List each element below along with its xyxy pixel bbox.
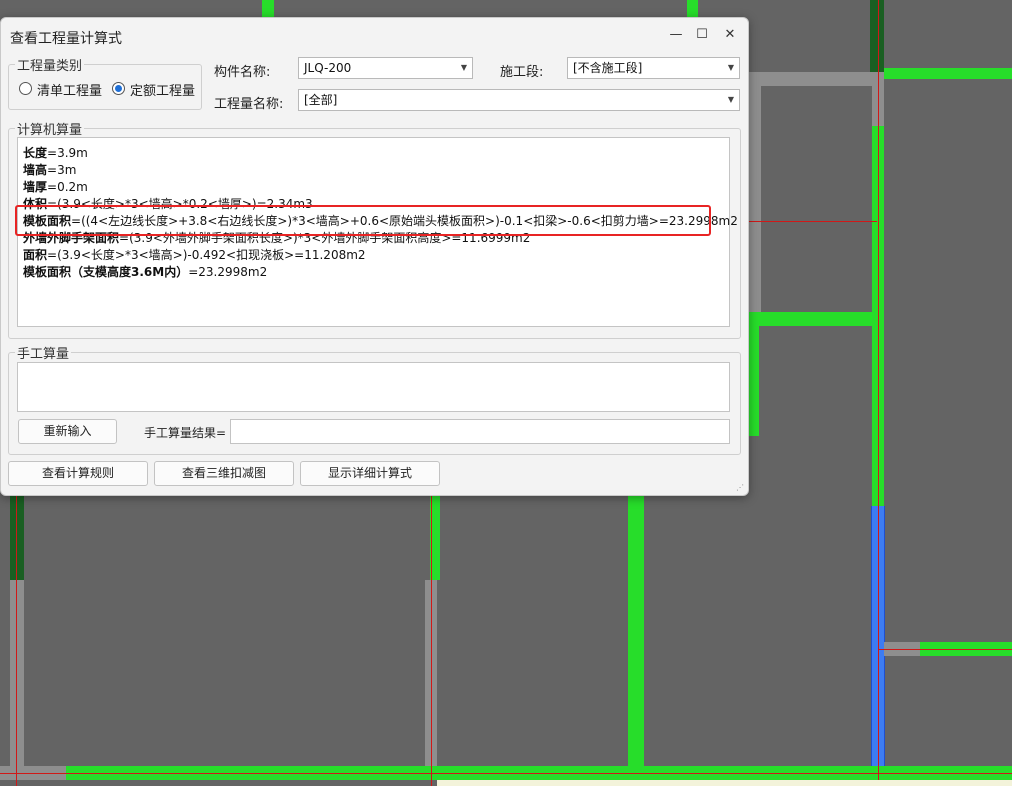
minimize-button[interactable]: —: [667, 26, 685, 44]
quantity-name-select[interactable]: [全部] ▼: [298, 89, 740, 111]
computer-calc-label: 计算机算量: [15, 119, 85, 138]
quantity-name-label: 工程量名称:: [214, 97, 284, 112]
wall-segment[interactable]: [262, 0, 274, 17]
show-detail-formula-button[interactable]: 显示详细计算式: [300, 461, 440, 486]
highlight-box: [15, 205, 711, 236]
segment-select[interactable]: [不含施工段] ▼: [567, 57, 740, 79]
calc-line: 面积=(3.9<长度>*3<墙高>)-0.492<扣现浇板>=11.208m2: [23, 248, 366, 262]
category-group-label: 工程量类别: [15, 55, 85, 74]
dialog-title: 查看工程量计算式: [10, 31, 122, 47]
axis-line: [431, 494, 432, 786]
cad-label-box: [437, 780, 1012, 786]
resize-grip-icon[interactable]: ⋰: [736, 483, 744, 492]
view-rules-button[interactable]: 查看计算规则: [8, 461, 148, 486]
component-name-value: JLQ-200: [304, 61, 352, 75]
axis-line: [747, 221, 877, 222]
chevron-down-icon: ▼: [727, 95, 734, 104]
axis-line: [878, 0, 879, 786]
radio-quota-quantity[interactable]: [112, 82, 125, 95]
wall-segment[interactable]: [747, 72, 884, 86]
component-name-select[interactable]: JLQ-200 ▼: [298, 57, 473, 79]
manual-calc-input[interactable]: [17, 362, 730, 412]
segment-value: [不含施工段]: [573, 61, 643, 75]
component-name-label: 构件名称:: [214, 65, 271, 80]
wall-segment[interactable]: [10, 580, 24, 766]
calc-line: 模板面积（支模高度3.6M内）=23.2998m2: [23, 265, 268, 279]
manual-result-input[interactable]: [230, 419, 730, 444]
axis-line: [0, 773, 1012, 774]
wall-segment[interactable]: [870, 0, 884, 78]
wall-segment[interactable]: [687, 0, 698, 17]
wall-segment[interactable]: [884, 68, 1012, 79]
wall-segment[interactable]: [747, 312, 872, 326]
chevron-down-icon: ▼: [460, 63, 467, 72]
quantity-name-value: [全部]: [304, 93, 338, 107]
chevron-down-icon: ▼: [727, 63, 734, 72]
segment-label: 施工段:: [500, 65, 544, 80]
wall-segment[interactable]: [628, 494, 644, 766]
manual-result-label: 手工算量结果=: [144, 426, 227, 440]
reinput-button[interactable]: 重新输入: [18, 419, 117, 444]
manual-calc-label: 手工算量: [15, 343, 72, 362]
calc-line: 长度=3.9m: [23, 146, 88, 160]
wall-segment[interactable]: [10, 494, 24, 580]
radio-bill-quantity-label[interactable]: 清单工程量: [37, 80, 102, 99]
close-button[interactable]: ✕: [721, 26, 739, 44]
view-3d-deduction-button[interactable]: 查看三维扣减图: [154, 461, 294, 486]
axis-line: [16, 494, 17, 786]
title-bar[interactable]: 查看工程量计算式 — ☐ ✕: [1, 18, 748, 54]
quantity-formula-dialog: 查看工程量计算式 — ☐ ✕ 工程量类别 清单工程量 定额工程量 构件名称: J…: [0, 17, 749, 496]
calc-line: 墙高=3m: [23, 163, 77, 177]
radio-quota-quantity-label[interactable]: 定额工程量: [130, 80, 195, 99]
maximize-button[interactable]: ☐: [693, 26, 711, 44]
radio-bill-quantity[interactable]: [19, 82, 32, 95]
calc-line: 墙厚=0.2m: [23, 180, 88, 194]
wall-segment[interactable]: [747, 72, 761, 312]
axis-line: [878, 649, 1012, 650]
